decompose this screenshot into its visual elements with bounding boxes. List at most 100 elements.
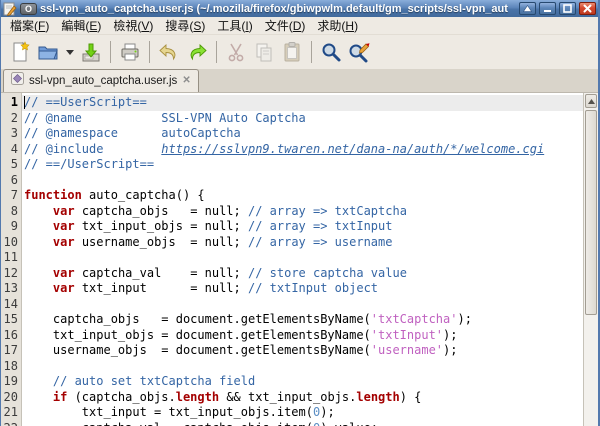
line-number: 17 [1, 343, 18, 359]
menubar: 檔案(F)編輯(E)檢視(V)搜尋(S)工具(I)文件(D)求助(H) [1, 17, 598, 35]
line-number: 16 [1, 328, 18, 344]
editor-pane: 12345678910111213141516171819202122 // =… [1, 93, 598, 426]
menu-item-d[interactable]: 文件(D) [259, 17, 312, 35]
copy-button [250, 38, 278, 66]
open-button[interactable] [34, 38, 62, 66]
line-number: 6 [1, 173, 18, 189]
line-number: 9 [1, 219, 18, 235]
line-number: 21 [1, 405, 18, 421]
maximize-icon [563, 4, 572, 13]
code-line-17[interactable]: username_objs = document.getElementsByNa… [22, 343, 583, 359]
line-number-gutter: 12345678910111213141516171819202122 [1, 93, 22, 426]
tabbar: ssl-vpn_auto_captcha.user.js ✕ [1, 69, 598, 93]
copy-pages-icon [253, 41, 275, 63]
window-title: ssl-vpn_auto_captcha.user.js (~/.mozilla… [40, 3, 516, 15]
code-line-4[interactable]: // @include https://sslvpn9.twaren.net/d… [22, 142, 583, 158]
code-line-1[interactable]: // ==UserScript== [22, 95, 583, 111]
line-number: 18 [1, 359, 18, 375]
line-number: 4 [1, 142, 18, 158]
code-line-10[interactable]: var username_objs = null; // array => us… [22, 235, 583, 251]
menu-item-i[interactable]: 工具(I) [211, 17, 258, 35]
line-number: 3 [1, 126, 18, 142]
menu-item-v[interactable]: 檢視(V) [107, 17, 159, 35]
code-area[interactable]: // ==UserScript==// @name SSL-VPN Auto C… [22, 93, 583, 426]
shade-window-button[interactable] [519, 2, 536, 15]
chevron-down-icon [66, 50, 74, 55]
line-number: 5 [1, 157, 18, 173]
titlebar[interactable]: O ssl-vpn_auto_captcha.user.js (~/.mozil… [1, 0, 598, 17]
toolbar-separator [110, 41, 111, 63]
undo-button[interactable] [155, 38, 183, 66]
code-line-2[interactable]: // @name SSL-VPN Auto Captcha [22, 111, 583, 127]
code-line-16[interactable]: txt_input_objs = document.getElementsByN… [22, 328, 583, 344]
minimize-button[interactable] [539, 2, 556, 15]
code-line-12[interactable]: var captcha_val = null; // store captcha… [22, 266, 583, 282]
line-number: 1 [1, 95, 18, 111]
menu-item-e[interactable]: 編輯(E) [55, 17, 107, 35]
minimize-icon [543, 4, 552, 13]
tab-filename: ssl-vpn_auto_captcha.user.js [29, 75, 177, 87]
find-replace-button[interactable] [345, 38, 373, 66]
maximize-button[interactable] [559, 2, 576, 15]
paste-button [278, 38, 306, 66]
editor-window: O ssl-vpn_auto_captcha.user.js (~/.mozil… [0, 0, 600, 426]
code-line-18[interactable] [22, 359, 583, 375]
line-number: 13 [1, 281, 18, 297]
code-line-8[interactable]: var captcha_objs = null; // array => txt… [22, 204, 583, 220]
toolbar-separator [216, 41, 217, 63]
redo-button[interactable] [183, 38, 211, 66]
gedit-app-icon [3, 2, 17, 16]
line-number: 12 [1, 266, 18, 282]
magnifier-pencil-icon [348, 41, 370, 63]
code-line-11[interactable] [22, 250, 583, 266]
line-number: 15 [1, 312, 18, 328]
code-line-19[interactable]: // auto set txtCaptcha field [22, 374, 583, 390]
code-line-9[interactable]: var txt_input_objs = null; // array => t… [22, 219, 583, 235]
new-document-icon [9, 41, 31, 63]
scrollbar-up-button[interactable] [585, 94, 597, 108]
text-cursor [24, 96, 25, 109]
code-line-21[interactable]: txt_input = txt_input_objs.item(0); [22, 405, 583, 421]
code-line-7[interactable]: function auto_captcha() { [22, 188, 583, 204]
undo-arrow-icon [158, 41, 180, 63]
tab-ssl-vpn-auto-captcha[interactable]: ssl-vpn_auto_captcha.user.js ✕ [3, 69, 199, 92]
code-line-3[interactable]: // @namespace autoCaptcha [22, 126, 583, 142]
arrow-up-icon [588, 99, 595, 104]
close-icon [583, 4, 592, 13]
code-line-14[interactable] [22, 297, 583, 313]
toolbar-separator [311, 41, 312, 63]
line-number: 8 [1, 204, 18, 220]
code-line-5[interactable]: // ==/UserScript== [22, 157, 583, 173]
close-button[interactable] [579, 2, 596, 15]
scrollbar-thumb[interactable] [585, 110, 597, 315]
save-icon [80, 41, 102, 63]
code-line-6[interactable] [22, 173, 583, 189]
vertical-scrollbar[interactable] [583, 93, 598, 426]
line-number: 11 [1, 250, 18, 266]
new-document-button[interactable] [6, 38, 34, 66]
o-badge-icon: O [20, 3, 37, 15]
line-number: 14 [1, 297, 18, 313]
code-line-20[interactable]: if (captcha_objs.length && txt_input_obj… [22, 390, 583, 406]
menu-item-h[interactable]: 求助(H) [311, 17, 364, 35]
code-line-22[interactable]: captcha_val = captcha_objs.item(0).value… [22, 421, 583, 426]
scissors-icon [225, 41, 247, 63]
code-line-15[interactable]: captcha_objs = document.getElementsByNam… [22, 312, 583, 328]
open-dropdown-button[interactable] [62, 38, 77, 66]
code-line-13[interactable]: var txt_input = null; // txtInput object [22, 281, 583, 297]
toolbar [1, 35, 598, 69]
line-number: 10 [1, 235, 18, 251]
redo-arrow-icon [186, 41, 208, 63]
line-number: 20 [1, 390, 18, 406]
tab-close-icon[interactable]: ✕ [182, 76, 190, 86]
menu-item-s[interactable]: 搜尋(S) [159, 17, 211, 35]
save-button[interactable] [77, 38, 105, 66]
clipboard-icon [281, 41, 303, 63]
print-button[interactable] [116, 38, 144, 66]
cut-button [222, 38, 250, 66]
menu-item-f[interactable]: 檔案(F) [4, 17, 55, 35]
file-type-icon [11, 72, 24, 90]
find-button[interactable] [317, 38, 345, 66]
printer-icon [119, 41, 141, 63]
line-number: 2 [1, 111, 18, 127]
